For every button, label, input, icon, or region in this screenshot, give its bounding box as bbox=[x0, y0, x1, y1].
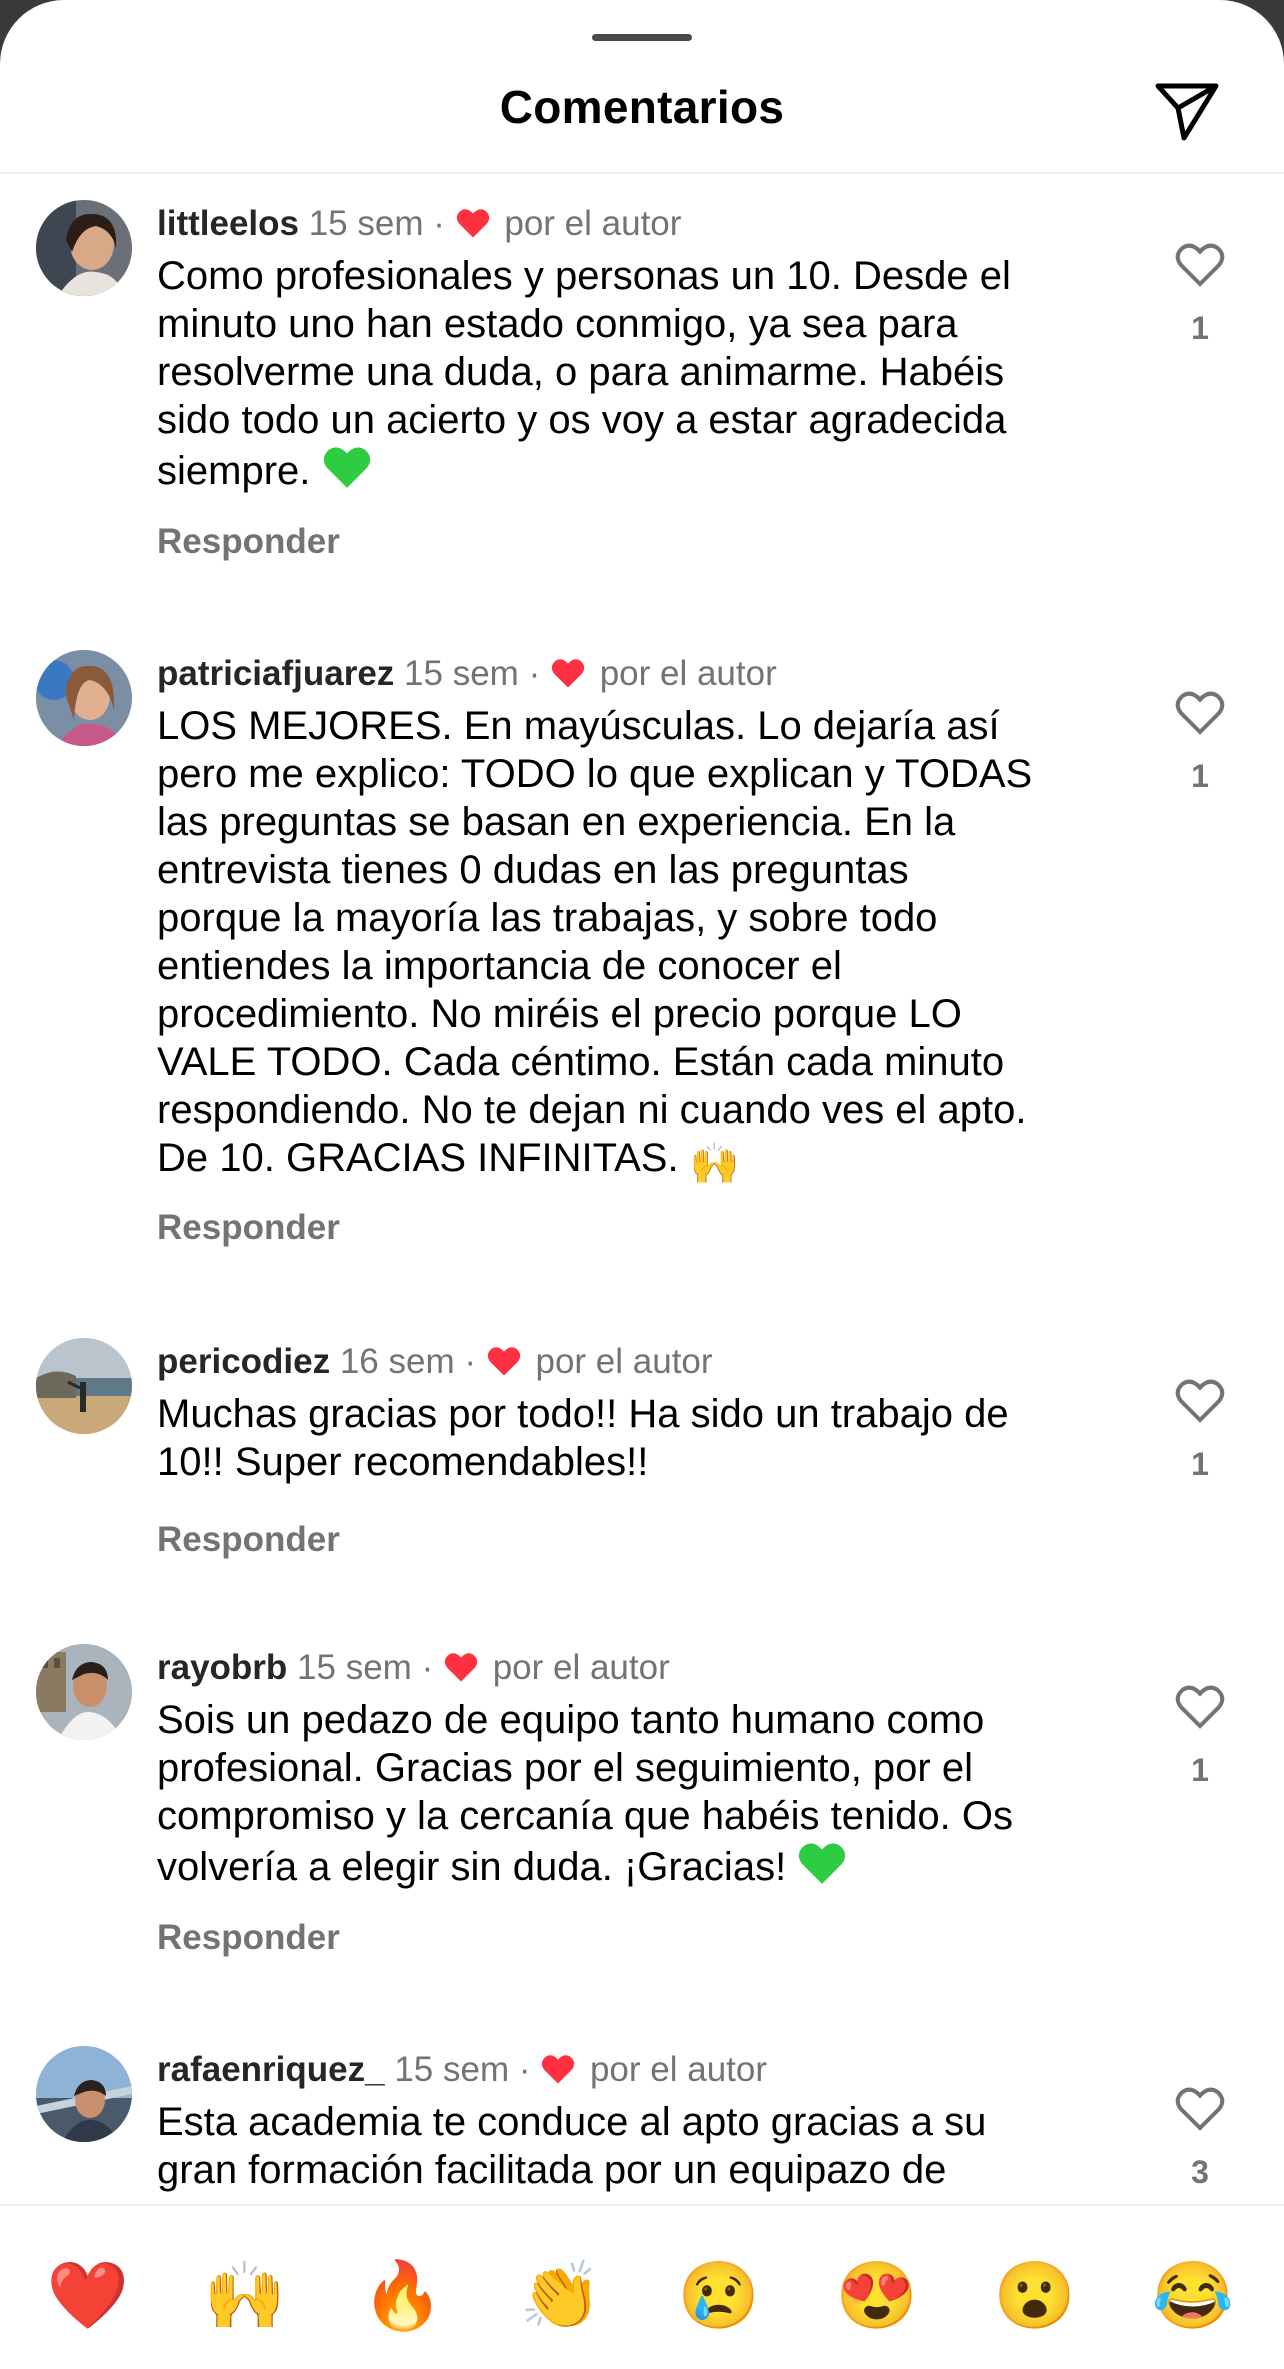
avatar[interactable] bbox=[36, 1644, 132, 1740]
like-button[interactable]: 1 bbox=[1170, 690, 1230, 794]
sheet-grabber[interactable] bbox=[592, 34, 692, 41]
heart-outline-icon bbox=[1175, 691, 1225, 735]
comment-meta: rafaenriquez_ 15 sem · por el autor bbox=[157, 2048, 767, 2092]
comment-meta: littleelos 15 sem · por el autor bbox=[157, 202, 681, 246]
liked-by-author-label: por el autor bbox=[492, 1648, 670, 1687]
comment-text: Sois un pedazo de equipo tanto humano co… bbox=[157, 1698, 1013, 1889]
reaction-laughing-emoji[interactable]: 😂 bbox=[1152, 2258, 1234, 2332]
comment-time: 15 sem bbox=[297, 1648, 412, 1687]
comment-username[interactable]: pericodiez bbox=[157, 1342, 330, 1381]
separator-dot: · bbox=[421, 1648, 434, 1687]
comment-text: Esta academia te conduce al apto gracias… bbox=[157, 2100, 987, 2192]
comment-username[interactable]: patriciafjuarez bbox=[157, 654, 394, 693]
heart-outline-icon bbox=[1175, 1685, 1225, 1729]
comment-body: Muchas gracias por todo!! Ha sido un tra… bbox=[157, 1390, 1117, 1486]
avatar[interactable] bbox=[36, 2046, 132, 2142]
like-count: 1 bbox=[1191, 310, 1209, 346]
heart-outline-icon bbox=[1175, 243, 1225, 287]
comment-time: 16 sem bbox=[339, 1342, 455, 1381]
like-count: 1 bbox=[1191, 1446, 1209, 1482]
avatar[interactable] bbox=[36, 200, 132, 296]
comments-sheet: Comentarios littleelos 15 sem · por el a… bbox=[0, 0, 1284, 2369]
paper-plane-icon[interactable] bbox=[1152, 74, 1222, 144]
like-count: 3 bbox=[1191, 2154, 1209, 2190]
like-button[interactable]: 1 bbox=[1170, 242, 1230, 346]
reply-button[interactable]: Responder bbox=[157, 1208, 340, 1248]
heart-filled-icon bbox=[456, 209, 489, 238]
comment-meta: rayobrb 15 sem · por el autor bbox=[157, 1646, 670, 1690]
comment-username[interactable]: littleelos bbox=[157, 204, 299, 243]
like-count: 1 bbox=[1191, 1752, 1209, 1788]
quick-reactions-bar: ❤️ 🙌 🔥 👏 😢 😍 😮 😂 bbox=[0, 2204, 1284, 2369]
heart-outline-icon bbox=[1175, 1379, 1225, 1423]
liked-by-author-label: por el autor bbox=[535, 1342, 713, 1381]
comment-text: Muchas gracias por todo!! Ha sido un tra… bbox=[157, 1392, 1009, 1484]
reaction-fire-emoji[interactable]: 🔥 bbox=[362, 2258, 444, 2332]
heart-filled-icon bbox=[542, 2055, 575, 2084]
reaction-raising-hands-emoji[interactable]: 🙌 bbox=[204, 2258, 286, 2332]
reply-button[interactable]: Responder bbox=[157, 522, 340, 562]
green-heart-icon bbox=[799, 1843, 846, 1884]
separator-dot: · bbox=[464, 1342, 477, 1381]
comment-username[interactable]: rayobrb bbox=[157, 1648, 287, 1687]
comment-time: 15 sem bbox=[394, 2050, 510, 2089]
like-count: 1 bbox=[1191, 758, 1209, 794]
heart-outline-icon bbox=[1175, 2087, 1225, 2131]
comment-time: 15 sem bbox=[308, 204, 424, 243]
comment-text: Como profesionales y personas un 10. Des… bbox=[157, 254, 1011, 493]
comment-meta: pericodiez 16 sem · por el autor bbox=[157, 1340, 713, 1384]
reply-button[interactable]: Responder bbox=[157, 1918, 340, 1958]
separator-dot: · bbox=[433, 204, 445, 243]
comment-body: Como profesionales y personas un 10. Des… bbox=[157, 252, 1117, 495]
reaction-crying-emoji[interactable]: 😢 bbox=[678, 2258, 760, 2332]
comment-meta: patriciafjuarez 15 sem · por el autor bbox=[157, 652, 777, 696]
reaction-clapping-emoji[interactable]: 👏 bbox=[520, 2258, 602, 2332]
comment-body: LOS MEJORES. En mayúsculas. Lo dejaría a… bbox=[157, 702, 1117, 1188]
like-button[interactable]: 1 bbox=[1170, 1378, 1230, 1482]
separator-dot: · bbox=[528, 654, 541, 693]
comment-username[interactable]: rafaenriquez_ bbox=[157, 2050, 385, 2089]
green-heart-icon bbox=[323, 447, 370, 488]
liked-by-author-label: por el autor bbox=[504, 204, 682, 243]
comment-body: Esta academia te conduce al apto gracias… bbox=[157, 2098, 1117, 2194]
heart-filled-icon bbox=[487, 1347, 520, 1376]
comments-list: littleelos 15 sem · por el autor Como pr… bbox=[0, 174, 1284, 2204]
comment-time: 15 sem bbox=[404, 654, 519, 693]
separator-dot: · bbox=[518, 2050, 531, 2089]
like-button[interactable]: 1 bbox=[1170, 1684, 1230, 1788]
reaction-heart-emoji[interactable]: ❤️ bbox=[47, 2258, 129, 2332]
comment-text: LOS MEJORES. En mayúsculas. Lo dejaría a… bbox=[157, 704, 1033, 1180]
heart-filled-icon bbox=[444, 1653, 478, 1682]
like-button[interactable]: 3 bbox=[1170, 2086, 1230, 2190]
avatar[interactable] bbox=[36, 1338, 132, 1434]
raising-hands-emoji: 🙌 bbox=[689, 1142, 740, 1186]
reaction-heart-eyes-emoji[interactable]: 😍 bbox=[836, 2258, 918, 2332]
reaction-surprised-emoji[interactable]: 😮 bbox=[994, 2258, 1076, 2332]
liked-by-author-label: por el autor bbox=[599, 654, 777, 693]
reply-button[interactable]: Responder bbox=[157, 1520, 340, 1560]
heart-filled-icon bbox=[551, 659, 585, 688]
comment-body: Sois un pedazo de equipo tanto humano co… bbox=[157, 1696, 1117, 1891]
comments-header: Comentarios bbox=[0, 60, 1284, 174]
page-title: Comentarios bbox=[499, 81, 785, 133]
avatar[interactable] bbox=[36, 650, 132, 746]
liked-by-author-label: por el autor bbox=[589, 2050, 768, 2089]
